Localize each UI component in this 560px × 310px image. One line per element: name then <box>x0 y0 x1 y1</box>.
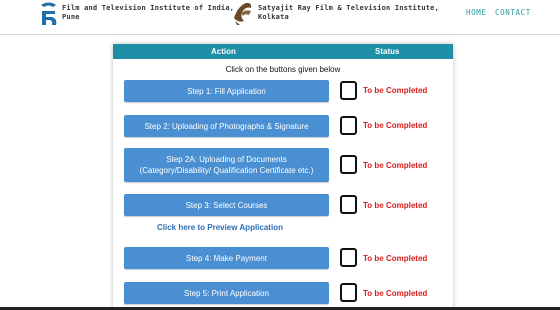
srfti-name-line2: Kolkata <box>258 13 289 21</box>
step-4-status-text: To be Completed <box>363 254 428 263</box>
ftii-name-line1: Film and Television Institute of India, <box>62 4 235 12</box>
step-4-make-payment-button[interactable]: Step 4: Make Payment <box>124 247 329 269</box>
step-1-fill-application-button[interactable]: Step 1: Fill Application <box>124 80 329 102</box>
step-5-status-checkbox[interactable] <box>340 283 357 302</box>
step-5-print-application-button[interactable]: Step 5: Print Application <box>124 282 329 304</box>
step-2a-upload-documents-button[interactable]: Step 2A: Uploading of Documents (Categor… <box>124 148 329 182</box>
site-header: Film and Television Institute of India, … <box>0 0 560 34</box>
srfti-name-line1: Satyajit Ray Film & Television Institute… <box>258 4 439 12</box>
instruction-text: Click on the buttons given below <box>225 65 341 74</box>
column-header-action: Action <box>211 47 236 56</box>
step-1-status-checkbox[interactable] <box>340 81 357 100</box>
nav-contact-link[interactable]: CONTACT <box>495 8 531 17</box>
ftii-name: Film and Television Institute of India, … <box>62 4 234 22</box>
step-5-status-text: To be Completed <box>363 289 428 298</box>
step-3-select-courses-button[interactable]: Step 3: Select Courses <box>124 194 329 216</box>
header-divider <box>0 34 560 35</box>
ftii-logo[interactable] <box>38 1 60 27</box>
table-header: Action Status <box>113 44 453 59</box>
step-2a-label-line2: (Category/Disability/ Qualification Cert… <box>139 166 314 175</box>
ftii-name-line2: Pune <box>62 13 80 21</box>
srfti-logo[interactable] <box>232 0 254 26</box>
step-2-upload-photo-signature-button[interactable]: Step 2: Uploading of Photographs & Signa… <box>124 115 329 137</box>
step-3-status-checkbox[interactable] <box>340 195 357 214</box>
srfti-name: Satyajit Ray Film & Television Institute… <box>258 4 439 22</box>
step-2a-label-line1: Step 2A: Uploading of Documents <box>166 155 287 164</box>
step-2a-status-text: To be Completed <box>363 161 428 170</box>
step-4-status-checkbox[interactable] <box>340 248 357 267</box>
application-steps-table: Action Status Click on the buttons given… <box>113 44 453 310</box>
nav-home-link[interactable]: HOME <box>466 8 486 17</box>
step-2-status-checkbox[interactable] <box>340 116 357 135</box>
column-header-status: Status <box>375 47 400 56</box>
step-1-status-text: To be Completed <box>363 86 428 95</box>
step-3-status-text: To be Completed <box>363 201 428 210</box>
step-2-status-text: To be Completed <box>363 121 428 130</box>
preview-application-link[interactable]: Click here to Preview Application <box>157 223 283 232</box>
step-2a-status-checkbox[interactable] <box>340 155 357 174</box>
